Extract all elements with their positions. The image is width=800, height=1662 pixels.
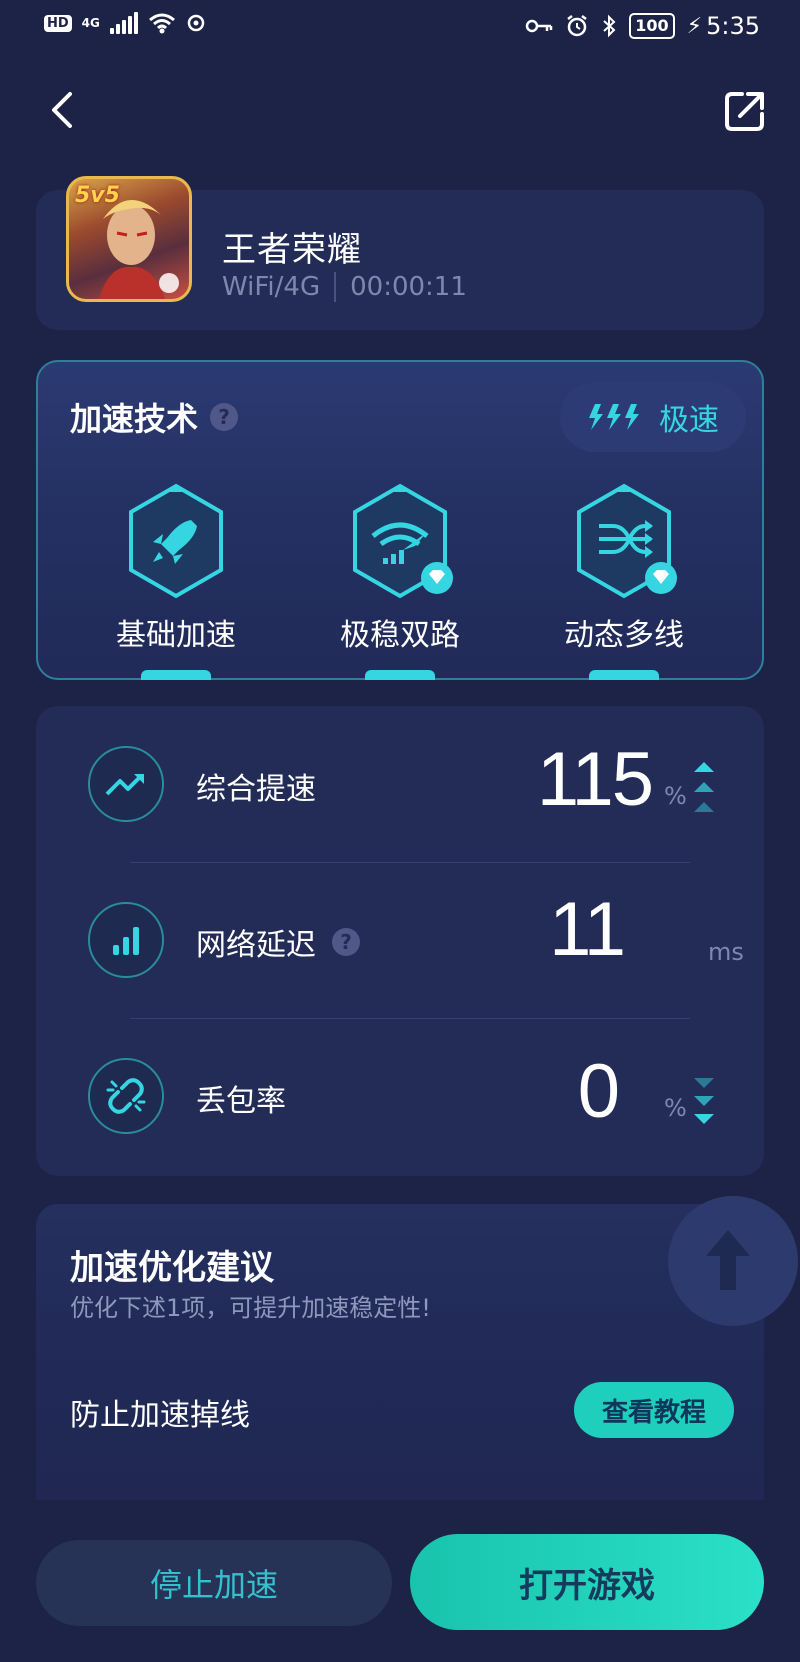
optimization-subtitle: 优化下述1项，可提升加速稳定性! [70, 1294, 431, 1322]
stop-acceleration-button[interactable]: 停止加速 [36, 1540, 392, 1626]
stat-unit: % [664, 782, 687, 810]
alarm-icon [567, 15, 587, 37]
elapsed-time: 00:00:11 [350, 272, 467, 302]
wifi-icon [148, 13, 175, 34]
lightning-icon [589, 404, 639, 430]
tech-item-indicator [589, 670, 659, 680]
stat-value: 11 [549, 887, 626, 972]
stat-row-speedup: 综合提速 115 % [36, 706, 764, 862]
clock: 5:35 [706, 12, 760, 40]
hd-badge: HD [44, 14, 72, 32]
tech-item-label: 极稳双路 [340, 618, 460, 653]
game-meta: WiFi/4G 00:00:11 [222, 272, 467, 302]
broken-link-icon [88, 1058, 164, 1134]
tech-item-label: 基础加速 [116, 618, 236, 653]
upload-badge [668, 1196, 798, 1326]
stat-label: 丢包率 [196, 1084, 286, 1119]
network-type: 4G [81, 16, 100, 30]
triple-down-arrow-icon [694, 1078, 714, 1124]
stat-label: 网络延迟 [196, 928, 316, 963]
sync-icon [187, 14, 205, 32]
help-icon[interactable]: ? [332, 928, 360, 956]
stat-unit: ms [708, 938, 744, 966]
tech-item-dual-path[interactable]: 极稳双路 [310, 482, 490, 654]
speed-mode-label: 极速 [659, 403, 719, 438]
trend-up-icon [88, 746, 164, 822]
stat-label: 综合提速 [196, 772, 316, 807]
rocket-icon [129, 483, 223, 599]
battery-icon: 100 [629, 13, 675, 39]
tech-item-dynamic-multiline[interactable]: 动态多线 [534, 482, 714, 654]
connection-type: WiFi/4G [222, 272, 321, 302]
tech-item-label: 动态多线 [564, 618, 684, 653]
meta-divider [334, 272, 337, 302]
key-icon [525, 19, 553, 33]
back-button[interactable] [44, 88, 84, 132]
help-icon[interactable]: ? [210, 403, 239, 431]
tech-item-indicator [365, 670, 435, 680]
wifi-signal-icon [353, 483, 453, 599]
tech-title: 加速技术 [70, 400, 199, 438]
signal-bars-icon [88, 902, 164, 978]
cell-signal-icon [109, 12, 138, 34]
shuffle-icon [577, 483, 677, 599]
game-icon: 5v5 [66, 176, 192, 302]
stat-value: 0 [577, 1049, 620, 1134]
tech-item-indicator [141, 670, 211, 680]
status-bar: HD 4G 100 ⚡ 5:35 [0, 0, 800, 56]
arrow-up-icon [706, 1230, 750, 1290]
optimization-item-label: 防止加速掉线 [70, 1398, 250, 1433]
bluetooth-icon [603, 14, 616, 38]
view-tutorial-button[interactable]: 查看教程 [574, 1382, 734, 1438]
triple-up-arrow-icon [694, 762, 714, 812]
stat-row-latency: 网络延迟 ? 11 ms [36, 862, 764, 1018]
share-button[interactable] [722, 88, 768, 134]
tech-item-basic[interactable]: 基础加速 [86, 482, 266, 654]
optimization-title: 加速优化建议 [70, 1248, 274, 1288]
tech-title-row: 加速技术 ? [70, 394, 239, 440]
stat-unit: % [664, 1094, 687, 1122]
speed-mode-pill[interactable]: 极速 [560, 382, 746, 452]
game-title: 王者荣耀 [222, 230, 362, 270]
charging-icon: ⚡ [686, 13, 703, 39]
stat-row-packet-loss: 丢包率 0 % [36, 1018, 764, 1174]
stat-value: 115 [536, 737, 654, 822]
open-game-button[interactable]: 打开游戏 [410, 1534, 764, 1630]
